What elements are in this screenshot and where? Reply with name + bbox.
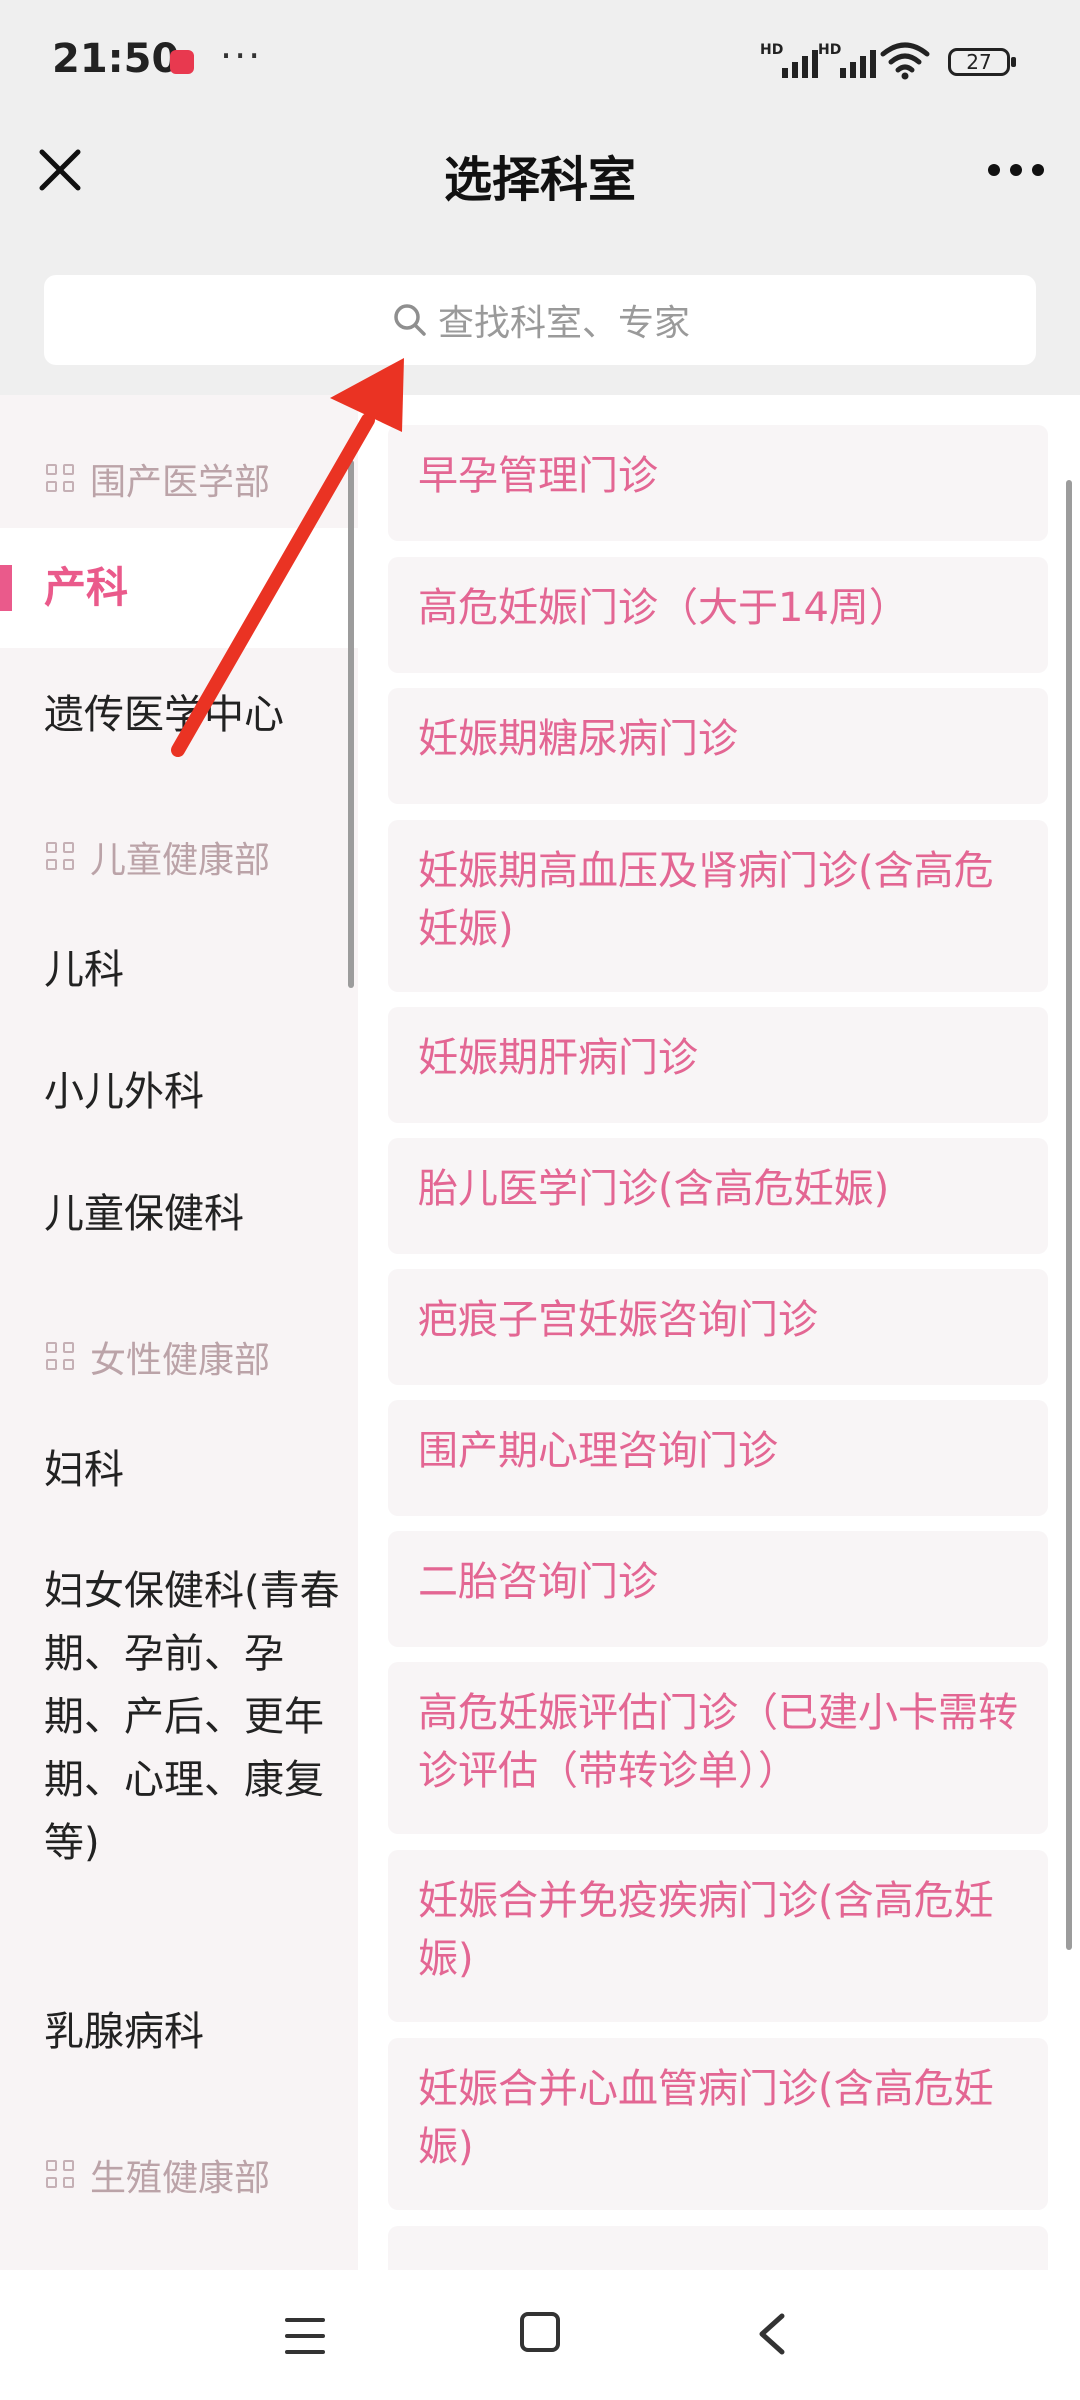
page-title: 选择科室 [443,152,636,208]
list-item[interactable]: 妊娠合并心血管病门诊(含高危妊娠) [388,2038,1048,2210]
search-placeholder: 查找科室、专家 [437,303,690,344]
list-item-partial[interactable] [388,2226,1048,2270]
sidebar-item-active[interactable]: 产科 [0,528,358,648]
more-options-button[interactable] [988,164,1044,176]
status-time: 21:50 [52,36,180,82]
sidebar-scrollbar[interactable] [348,460,354,988]
department-sidebar[interactable]: 围产医学部 产科 遗传医学中心 儿童健康部 儿科 小儿外科 儿童保健科 女性健康… [0,395,358,2270]
grid-icon [46,842,76,872]
grid-icon [46,2160,76,2190]
status-bar: 21:50 ··· HD HD 27 [0,0,1080,120]
home-icon[interactable] [520,2312,560,2352]
list-item[interactable]: 高危妊娠门诊（大于14周） [388,557,1048,673]
list-scrollbar[interactable] [1066,480,1072,1950]
list-item[interactable]: 疤痕子宫妊娠咨询门诊 [388,1269,1048,1385]
active-indicator [0,565,12,611]
signal-icon: HD [760,42,818,78]
sidebar-item[interactable]: 儿童保健科 [44,1184,344,1244]
list-item[interactable]: 二胎咨询门诊 [388,1531,1048,1647]
sidebar-item[interactable]: 妇女保健科(青春期、孕前、孕期、产后、更年期、心理、康复等) [44,1560,344,1875]
list-item[interactable]: 妊娠期高血压及肾病门诊(含高危妊娠) [388,820,1048,992]
category-header: 女性健康部 [46,1327,270,1387]
category-header: 儿童健康部 [46,827,270,887]
sidebar-item[interactable]: 小儿外科 [44,1062,344,1122]
signal-icon-2: HD [818,42,876,78]
system-nav-bar [0,2270,1080,2400]
search-icon [394,304,426,336]
list-item[interactable]: 胎儿医学门诊(含高危妊娠) [388,1138,1048,1254]
sidebar-item[interactable]: 儿科 [44,940,344,1000]
sidebar-item[interactable]: 遗传医学中心 [44,685,344,745]
list-item[interactable]: 妊娠期肝病门诊 [388,1007,1048,1123]
battery-icon: 27 [948,48,1016,76]
sidebar-item[interactable]: 妇科 [44,1440,344,1500]
back-icon[interactable] [752,2312,792,2356]
clinic-list[interactable]: 早孕管理门诊 高危妊娠门诊（大于14周） 妊娠期糖尿病门诊 妊娠期高血压及肾病门… [358,395,1080,2270]
list-item[interactable]: 妊娠期糖尿病门诊 [388,688,1048,804]
sidebar-item[interactable]: 乳腺病科 [44,2002,344,2062]
app-notification-icon [170,50,194,74]
sidebar-item-label: 产科 [44,563,129,612]
wifi-icon [880,42,930,80]
grid-icon [46,464,76,494]
category-header: 生殖健康部 [46,2145,270,2205]
category-header: 围产医学部 [46,449,270,509]
top-bar: 选择科室 [0,120,1080,235]
list-item[interactable]: 妊娠合并免疫疾病门诊(含高危妊娠) [388,1850,1048,2022]
more-notifications-icon: ··· [220,34,263,78]
list-item[interactable]: 高危妊娠评估门诊（已建小卡需转诊评估（带转诊单）） [388,1662,1048,1834]
menu-icon[interactable] [285,2318,325,2354]
grid-icon [46,1342,76,1372]
search-input[interactable]: 查找科室、专家 [44,275,1036,365]
list-item[interactable]: 围产期心理咨询门诊 [388,1400,1048,1516]
list-item[interactable]: 早孕管理门诊 [388,425,1048,541]
